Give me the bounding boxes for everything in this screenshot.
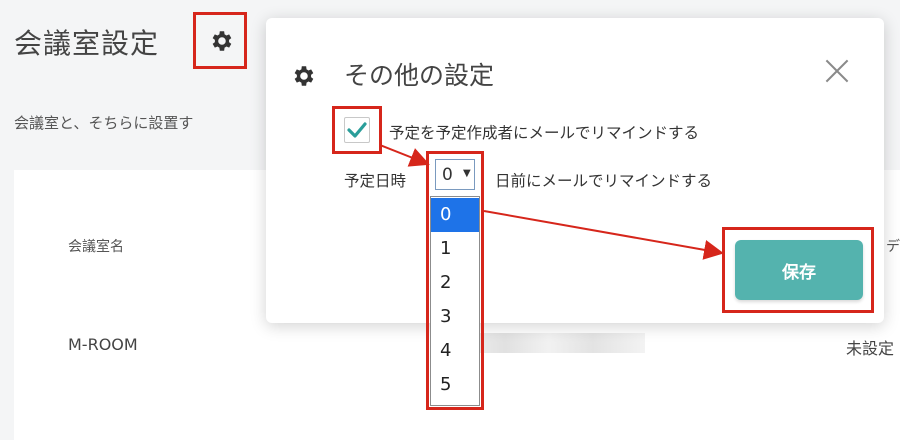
settings-gear-button[interactable] [193, 12, 247, 69]
close-icon[interactable] [822, 56, 852, 86]
dropdown-option[interactable]: 1 [431, 232, 479, 266]
blurred-cell [470, 333, 645, 353]
page-title: 会議室設定 [14, 27, 160, 60]
highlight-box-checkbox [332, 106, 382, 154]
table-row-status: 未設定 [846, 339, 895, 358]
dropdown-option[interactable]: 0 [431, 198, 479, 232]
dropdown-option[interactable]: 2 [431, 266, 479, 300]
column-header-right: デ [886, 239, 900, 255]
dropdown-option[interactable]: 5 [431, 368, 479, 402]
checkmark-icon [347, 122, 367, 138]
caret-down-icon: ▼ [463, 168, 471, 179]
modal-title: その他の設定 [344, 61, 495, 90]
dropdown-option[interactable]: 3 [431, 300, 479, 334]
save-button[interactable]: 保存 [735, 240, 863, 300]
days-select-value: 0 [442, 165, 453, 185]
reminder-checkbox-label[interactable]: 予定を予定作成者にメールでリマインドする [389, 121, 699, 143]
highlight-box-save: 保存 [722, 227, 874, 313]
reminder-checkbox[interactable] [344, 117, 370, 143]
dropdown-option[interactable]: 4 [431, 334, 479, 368]
gear-icon [212, 31, 232, 51]
gear-icon [294, 66, 314, 86]
column-header-room: 会議室名 [68, 239, 124, 255]
days-dropdown-list: 0 1 2 3 4 5 [430, 196, 480, 406]
schedule-label: 予定日時 [344, 172, 407, 190]
page-description: 会議室と、そちらに設置す [14, 114, 194, 132]
days-select[interactable]: 0 ▼ [435, 159, 475, 190]
table-row-room-name: M-ROOM [68, 335, 138, 354]
days-before-label: 日前にメールでリマインドする [495, 172, 713, 190]
